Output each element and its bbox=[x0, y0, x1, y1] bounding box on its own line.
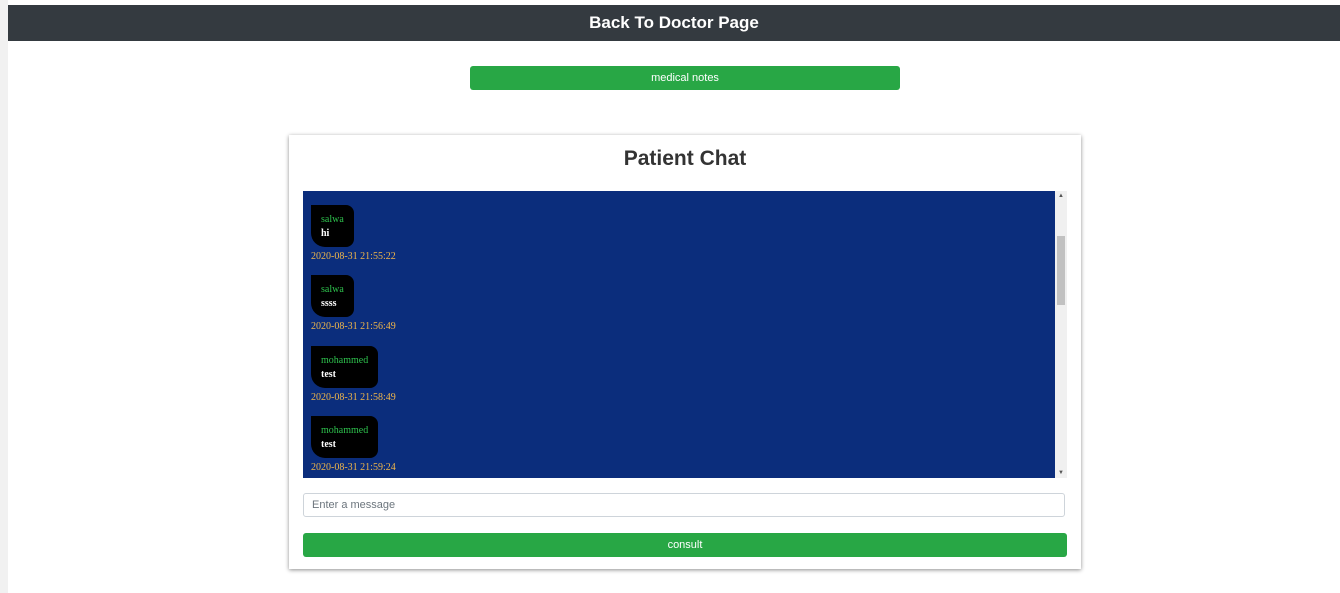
message-timestamp: 2020-08-31 21:59:24 bbox=[311, 462, 396, 473]
message-bubble: mohammed test bbox=[311, 416, 379, 458]
message-sender: salwa bbox=[321, 214, 344, 225]
message-bubble: salwa ssss bbox=[311, 275, 354, 317]
chat-message: mohammed test 2020-08-31 21:59:24 bbox=[311, 416, 396, 473]
medical-notes-label: medical notes bbox=[651, 72, 719, 84]
message-text: test bbox=[321, 369, 336, 380]
chat-messages-panel[interactable]: salwa hi 2020-08-31 21:55:22 salwa ssss … bbox=[303, 191, 1055, 478]
message-bubble: mohammed test bbox=[311, 346, 379, 388]
message-sender: salwa bbox=[321, 284, 344, 295]
back-link-label: Back To Doctor Page bbox=[589, 13, 759, 32]
message-sender: mohammed bbox=[321, 425, 369, 436]
page-gutter bbox=[0, 0, 8, 593]
message-sender: mohammed bbox=[321, 355, 369, 366]
back-to-doctor-page-link[interactable]: Back To Doctor Page bbox=[8, 5, 1340, 41]
chat-scrollbar[interactable]: ▲ ▼ bbox=[1055, 191, 1067, 478]
scrollbar-thumb[interactable] bbox=[1057, 236, 1065, 305]
message-timestamp: 2020-08-31 21:58:49 bbox=[311, 392, 396, 403]
scroll-down-arrow-icon[interactable]: ▼ bbox=[1055, 468, 1067, 478]
chat-message: salwa hi 2020-08-31 21:55:22 bbox=[311, 205, 396, 262]
consult-label: consult bbox=[667, 539, 703, 551]
message-timestamp: 2020-08-31 21:56:49 bbox=[311, 321, 396, 332]
message-text: ssss bbox=[321, 298, 337, 309]
message-bubble: salwa hi bbox=[311, 205, 354, 247]
chat-message: mohammed test 2020-08-31 21:58:49 bbox=[311, 346, 396, 403]
message-timestamp: 2020-08-31 21:55:22 bbox=[311, 251, 396, 262]
message-text: test bbox=[321, 439, 336, 450]
scroll-up-arrow-icon[interactable]: ▲ bbox=[1055, 191, 1067, 201]
message-input[interactable] bbox=[303, 493, 1065, 517]
chat-card: Patient Chat salwa hi 2020-08-31 21:55:2… bbox=[289, 135, 1081, 569]
chat-title: Patient Chat bbox=[623, 147, 747, 170]
consult-button[interactable]: consult bbox=[303, 533, 1067, 557]
message-text: hi bbox=[321, 228, 330, 239]
medical-notes-button[interactable]: medical notes bbox=[470, 66, 900, 90]
chat-message: salwa ssss 2020-08-31 21:56:49 bbox=[311, 275, 396, 332]
